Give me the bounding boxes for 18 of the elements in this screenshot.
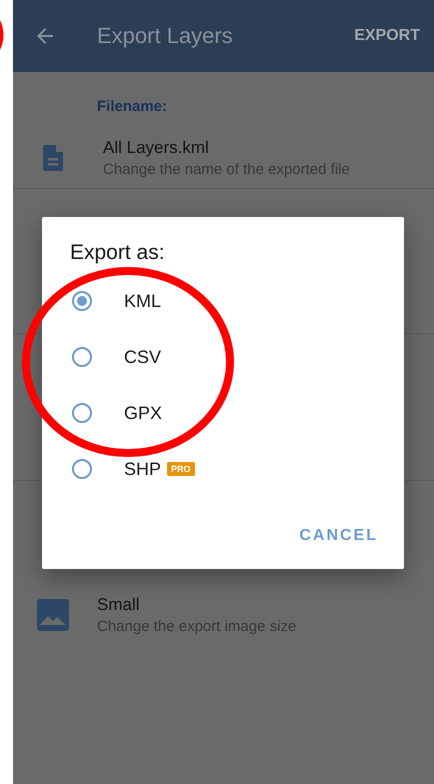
document-icon — [43, 145, 63, 171]
radio-button[interactable] — [72, 403, 92, 423]
section-header: Filename: — [96, 97, 168, 117]
option-label[interactable]: CSV — [124, 346, 162, 368]
dialog-title: Export as: — [69, 241, 166, 265]
image-icon — [37, 599, 69, 631]
screen-title: Export Layers — [97, 23, 234, 49]
setting-title: All Layers.kml — [103, 138, 210, 158]
radio-button[interactable] — [72, 347, 92, 367]
option-label[interactable]: GPX — [124, 402, 162, 424]
option-label[interactable]: SHP — [124, 458, 162, 480]
option-label[interactable]: KML — [124, 290, 162, 312]
radio-button[interactable] — [72, 291, 92, 311]
setting-title: Small — [97, 595, 141, 615]
export-button[interactable]: EXPORT — [354, 27, 420, 45]
radio-button[interactable] — [72, 459, 92, 479]
pro-badge: PRO — [167, 462, 195, 476]
annotation-mark — [0, 20, 4, 50]
